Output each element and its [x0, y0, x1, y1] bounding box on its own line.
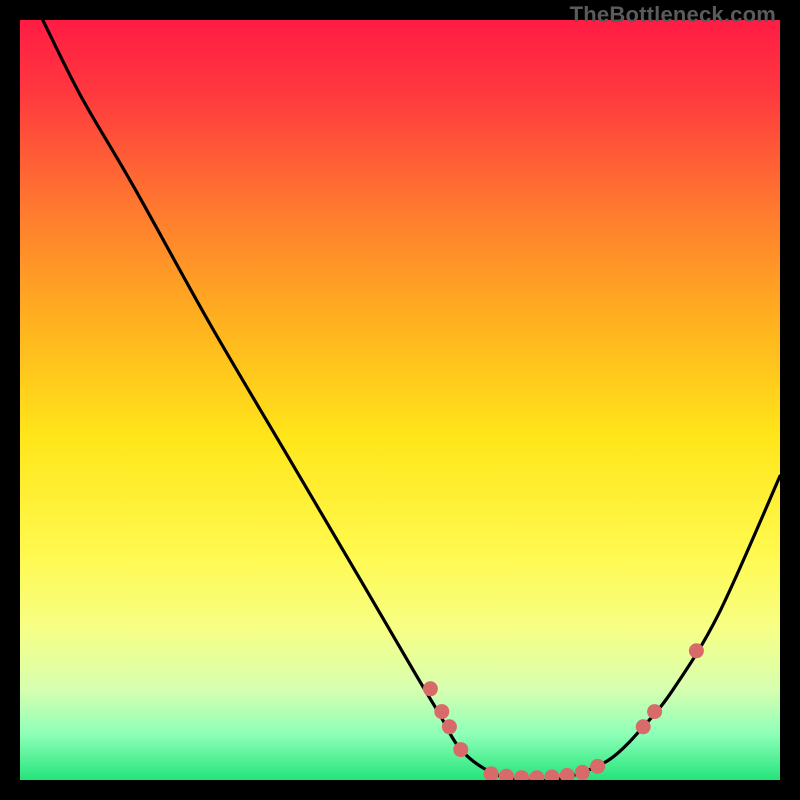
gradient-background: [20, 20, 780, 780]
highlight-dot: [453, 742, 468, 757]
highlight-dot: [636, 719, 651, 734]
highlight-dot: [689, 643, 704, 658]
highlight-dot: [575, 765, 590, 780]
highlight-dot: [423, 681, 438, 696]
highlight-dot: [590, 759, 605, 774]
highlight-dot: [442, 719, 457, 734]
watermark-text: TheBottleneck.com: [570, 2, 776, 28]
bottleneck-chart: [20, 20, 780, 780]
chart-frame: [20, 20, 780, 780]
highlight-dot: [647, 704, 662, 719]
highlight-dot: [434, 704, 449, 719]
